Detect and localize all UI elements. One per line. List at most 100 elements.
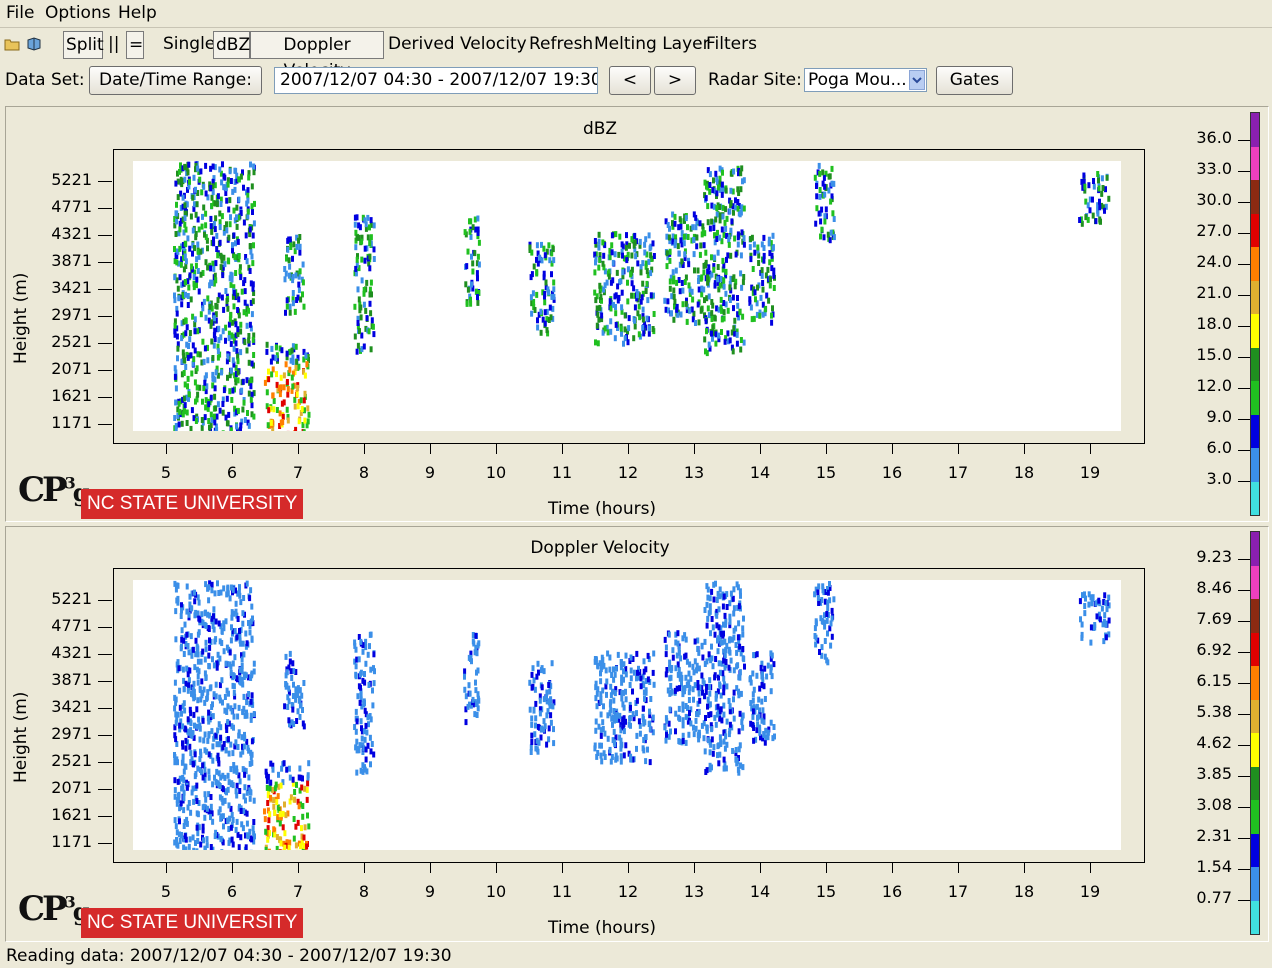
x-tick-label: 14 xyxy=(749,463,771,482)
date-range-field[interactable]: 2007/12/07 04:30 - 2007/12/07 19:30 xyxy=(274,67,598,94)
x-tick-label: 9 xyxy=(424,463,436,482)
melting-layer-button[interactable]: Melting Layer xyxy=(594,31,710,57)
x-tick-label: 18 xyxy=(1013,882,1035,901)
x-tick-mark xyxy=(166,444,167,454)
colorbar-tick xyxy=(1238,652,1250,653)
colorbar-swatch xyxy=(1251,146,1259,180)
colorbar-label: 30.0 xyxy=(1196,190,1232,209)
colorbar-label: 18.0 xyxy=(1196,314,1232,333)
colorbar-swatch xyxy=(1251,113,1259,147)
colorbar-tick xyxy=(1238,838,1250,839)
colorbar-label: 6.0 xyxy=(1206,438,1232,457)
doppler-velocity-toggle[interactable]: Doppler Velocity xyxy=(250,31,384,81)
filters-button[interactable]: Filters xyxy=(706,31,757,57)
x-tick-mark xyxy=(298,444,299,454)
colorbar-tick xyxy=(1238,559,1250,560)
plot-title: dBZ xyxy=(582,119,618,139)
y-tick-label: 2971 xyxy=(51,724,92,743)
ncsu-logo: NC STATE UNIVERSITY xyxy=(81,489,304,519)
menu-file[interactable]: File xyxy=(6,3,34,23)
x-tick-label: 16 xyxy=(881,463,903,482)
single-button[interactable]: Single xyxy=(163,31,215,57)
colorbar-label: 3.85 xyxy=(1196,764,1232,783)
equal-button[interactable]: = xyxy=(126,31,144,59)
x-tick-mark xyxy=(430,444,431,454)
y-tick-mark xyxy=(98,762,112,763)
x-tick-mark xyxy=(364,444,365,454)
colorbar-tick xyxy=(1238,714,1250,715)
colorbar-label: 1.54 xyxy=(1196,857,1232,876)
x-tick-mark xyxy=(760,444,761,454)
x-tick-label: 12 xyxy=(617,463,639,482)
y-axis-label: Height (m) xyxy=(11,691,31,783)
open-folder-icon[interactable] xyxy=(4,36,20,51)
split-button[interactable]: Split xyxy=(63,31,104,59)
y-tick-label: 4771 xyxy=(51,197,92,216)
y-tick-mark xyxy=(98,424,112,425)
gates-button[interactable]: Gates xyxy=(936,66,1013,95)
x-tick-mark xyxy=(826,863,827,873)
y-tick-mark xyxy=(98,235,112,236)
x-tick-mark xyxy=(430,863,431,873)
y-tick-mark xyxy=(98,370,112,371)
y-tick-label: 1171 xyxy=(51,413,92,432)
x-tick-label: 14 xyxy=(749,882,771,901)
date-time-range-button[interactable]: Date/Time Range: xyxy=(89,66,262,95)
x-tick-mark xyxy=(364,863,365,873)
dbz-toggle[interactable]: dBZ xyxy=(213,31,250,59)
chevron-down-icon[interactable] xyxy=(909,70,925,90)
colorbar-label: 9.0 xyxy=(1206,407,1232,426)
x-tick-mark xyxy=(958,863,959,873)
derived-velocity-button[interactable]: Derived Velocity xyxy=(388,31,527,57)
next-button[interactable]: > xyxy=(654,66,696,95)
colorbar-tick xyxy=(1238,590,1250,591)
colorbar-swatch xyxy=(1251,699,1259,733)
x-tick-label: 9 xyxy=(424,882,436,901)
colorbar-tick xyxy=(1238,388,1250,389)
y-tick-mark xyxy=(98,343,112,344)
colorbar-tick xyxy=(1238,171,1250,172)
colorbar-tick xyxy=(1238,900,1250,901)
y-tick-label: 1621 xyxy=(51,805,92,824)
y-tick-label: 1621 xyxy=(51,386,92,405)
colorbar-swatch xyxy=(1251,766,1259,800)
prev-button[interactable]: < xyxy=(609,66,651,95)
colorbar-tick xyxy=(1238,745,1250,746)
y-tick-label: 3421 xyxy=(51,278,92,297)
x-tick-label: 10 xyxy=(485,463,507,482)
colorbar-tick xyxy=(1238,295,1250,296)
book-icon[interactable] xyxy=(26,36,41,51)
pause-button[interactable]: || xyxy=(108,31,119,57)
y-tick-mark xyxy=(98,843,112,844)
colorbar-swatch xyxy=(1251,448,1259,482)
menu-help[interactable]: Help xyxy=(118,3,157,23)
colorbar-label: 9.23 xyxy=(1196,547,1232,566)
cp3g-logo: CP3g xyxy=(18,470,90,510)
colorbar-swatch xyxy=(1251,666,1259,700)
y-tick-label: 2971 xyxy=(51,305,92,324)
colorbar-swatch xyxy=(1251,632,1259,666)
colorbar-swatch xyxy=(1251,565,1259,599)
x-tick-label: 6 xyxy=(226,463,238,482)
y-tick-mark xyxy=(98,735,112,736)
colorbar-swatch xyxy=(1251,347,1259,381)
y-tick-label: 3871 xyxy=(51,670,92,689)
y-tick-mark xyxy=(98,789,112,790)
colorbar-tick xyxy=(1238,621,1250,622)
y-tick-label: 2521 xyxy=(51,751,92,770)
y-tick-mark xyxy=(98,289,112,290)
colorbar-label: 4.62 xyxy=(1196,733,1232,752)
y-tick-label: 3871 xyxy=(51,251,92,270)
x-tick-mark xyxy=(694,444,695,454)
menu-options[interactable]: Options xyxy=(45,3,111,23)
x-tick-label: 19 xyxy=(1079,882,1101,901)
radar-site-select[interactable]: Poga Mou... xyxy=(804,68,927,92)
y-tick-mark xyxy=(98,600,112,601)
colorbar-tick xyxy=(1238,776,1250,777)
radar-echo-plot xyxy=(173,161,1111,431)
y-tick-mark xyxy=(98,397,112,398)
colorbar-tick xyxy=(1238,450,1250,451)
plot-title: Doppler Velocity xyxy=(530,538,670,558)
refresh-button[interactable]: Refresh xyxy=(529,31,593,57)
colorbar-label: 24.0 xyxy=(1196,252,1232,271)
